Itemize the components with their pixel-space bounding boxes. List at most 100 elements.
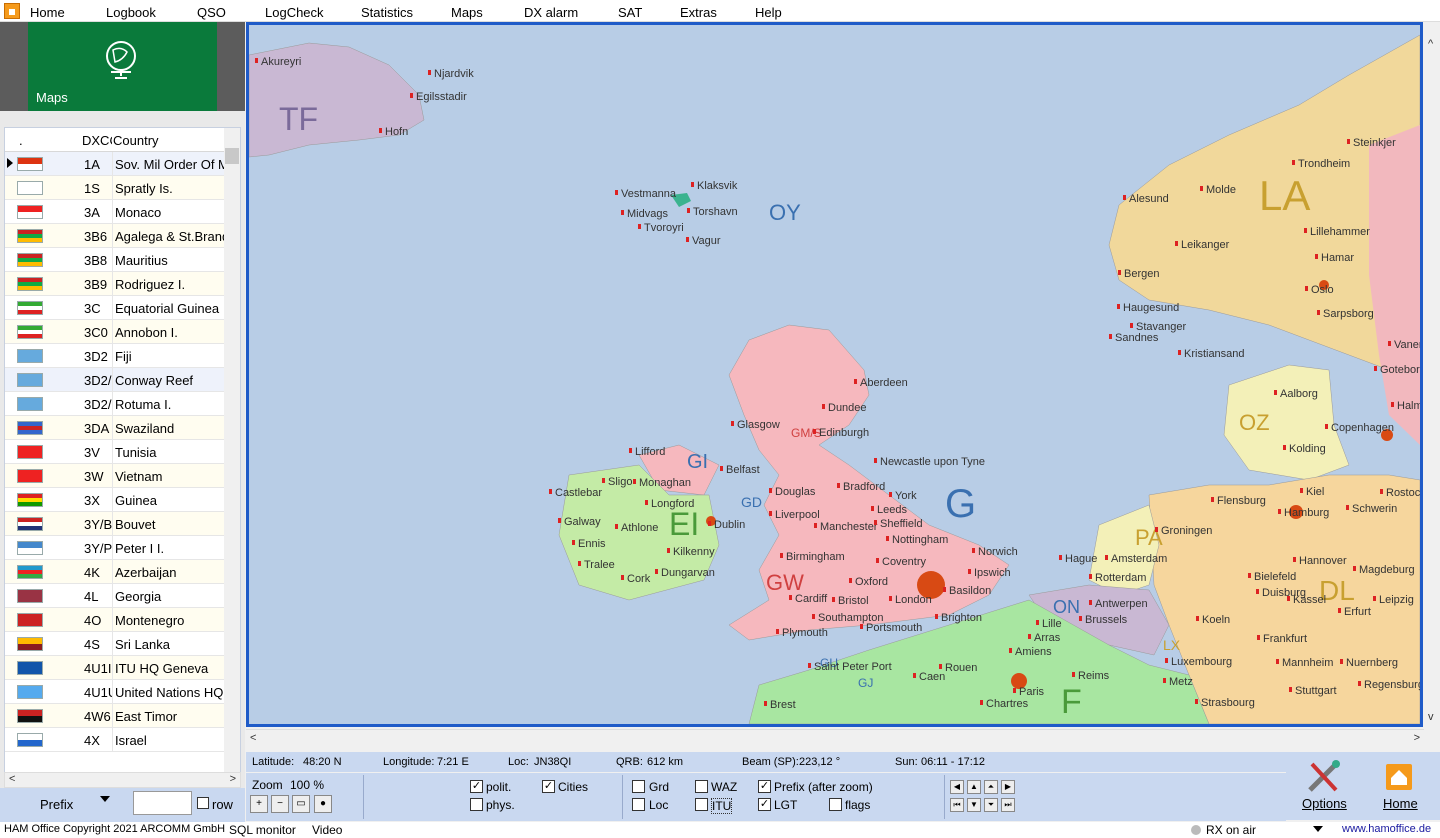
table-row[interactable]: 3W Vietnam — [5, 464, 225, 488]
country-name: Swaziland — [112, 416, 225, 439]
scroll-thumb[interactable] — [225, 148, 239, 164]
table-row[interactable]: 3C Equatorial Guinea — [5, 296, 225, 320]
table-row[interactable]: 3D2 Fiji — [5, 344, 225, 368]
menu-qso[interactable]: QSO — [197, 5, 226, 20]
phys-checkbox[interactable] — [470, 798, 483, 811]
lgt-checkbox[interactable]: ✓ — [758, 798, 771, 811]
home-icon[interactable] — [1386, 764, 1412, 790]
table-row[interactable]: 3D2/RRotuma I. — [5, 392, 225, 416]
table-row[interactable]: 4S Sri Lanka — [5, 632, 225, 656]
table-row[interactable]: 1S Spratly Is. — [5, 176, 225, 200]
table-row[interactable]: 3C0 Annobon I. — [5, 320, 225, 344]
sql-monitor-link[interactable]: SQL monitor — [229, 823, 296, 837]
row-checkbox[interactable] — [197, 797, 209, 809]
options-button[interactable]: Options — [1302, 796, 1347, 811]
grid-scrollbar[interactable] — [224, 128, 240, 772]
table-row[interactable]: 3D2/CConway Reef — [5, 368, 225, 392]
table-row[interactable]: 1A Sov. Mil Order Of Malta — [5, 152, 225, 176]
flag-icon — [17, 181, 43, 195]
waz-checkbox[interactable] — [695, 780, 708, 793]
table-row[interactable]: 3V Tunisia — [5, 440, 225, 464]
pan-up-icon[interactable]: ▲ — [967, 780, 981, 794]
table-row[interactable]: 4U1I ITU HQ Geneva — [5, 656, 225, 680]
col-header-country[interactable]: Country — [113, 133, 159, 148]
menu-home[interactable]: Home — [30, 5, 65, 20]
scroll-down-icon[interactable]: v — [1428, 711, 1434, 723]
prefix-label-la: LA — [1259, 172, 1310, 219]
menu-logcheck[interactable]: LogCheck — [265, 5, 324, 20]
table-row[interactable]: 3A Monaco — [5, 200, 225, 224]
tools-icon[interactable] — [1306, 760, 1342, 794]
menu-extras[interactable]: Extras — [680, 5, 717, 20]
city-marker-icon — [874, 520, 877, 525]
table-row[interactable]: 4L Georgia — [5, 584, 225, 608]
zoom-out-icon[interactable]: − — [271, 795, 289, 813]
table-row[interactable]: 4U1UUnited Nations HQ — [5, 680, 225, 704]
maps-tile[interactable]: Maps — [28, 22, 217, 111]
city-marker-icon — [1089, 574, 1092, 579]
itu-checkbox[interactable] — [695, 798, 708, 811]
menu-logbook[interactable]: Logbook — [106, 5, 156, 20]
menu-statistics[interactable]: Statistics — [361, 5, 413, 20]
scroll-right-icon[interactable]: > — [1414, 732, 1420, 744]
flags-checkbox[interactable] — [829, 798, 842, 811]
scroll-left-icon[interactable]: < — [250, 732, 256, 744]
scroll-left-icon[interactable]: < — [9, 773, 15, 785]
city-marker-icon — [549, 489, 552, 494]
grid-hscrollbar[interactable]: < > — [4, 772, 241, 788]
pan-right-icon[interactable]: ▶ — [1001, 780, 1015, 794]
table-row[interactable]: 3Y/P Peter I I. — [5, 536, 225, 560]
city-marker-icon — [410, 93, 413, 98]
table-row[interactable]: 4W6 East Timor — [5, 704, 225, 728]
map-canvas[interactable]: TF OY LA GM/S GI GD EI G GW PA OZ DL ON … — [249, 25, 1420, 724]
pan-down-icon[interactable]: ▼ — [967, 798, 981, 812]
city-label: Monaghan — [639, 477, 691, 489]
scroll-up-icon[interactable]: ^ — [1428, 38, 1433, 50]
menu-help[interactable]: Help — [755, 5, 782, 20]
table-row[interactable]: 4X Israel — [5, 728, 225, 752]
table-row[interactable]: 4O Montenegro — [5, 608, 225, 632]
grd-checkbox[interactable] — [632, 780, 645, 793]
pan-bottom-icon[interactable]: ⏷ — [984, 798, 998, 812]
cities-checkbox[interactable]: ✓ — [542, 780, 555, 793]
dxcc-prefix: 3B6 — [84, 229, 108, 244]
pan-left-icon[interactable]: ◀ — [950, 780, 964, 794]
website-link[interactable]: www.hamoffice.de — [1342, 823, 1431, 835]
menu-dx-alarm[interactable]: DX alarm — [524, 5, 578, 20]
map-vscrollbar[interactable]: ^ v — [1424, 22, 1440, 727]
pan-top-icon[interactable]: ⏶ — [984, 780, 998, 794]
scroll-right-icon[interactable]: > — [230, 773, 236, 785]
table-row[interactable]: 3DA Swaziland — [5, 416, 225, 440]
zoom-rect-icon[interactable]: ▭ — [292, 795, 310, 813]
table-row[interactable]: 3B9 Rodriguez I. — [5, 272, 225, 296]
menu-sat[interactable]: SAT — [618, 5, 642, 20]
map-view[interactable]: TF OY LA GM/S GI GD EI G GW PA OZ DL ON … — [246, 22, 1423, 727]
col-header-dxcc[interactable]: DXCC — [82, 133, 112, 148]
home-button[interactable]: Home — [1383, 796, 1418, 811]
table-row[interactable]: 3Y/B Bouvet — [5, 512, 225, 536]
city-label: Cork — [627, 573, 651, 585]
pan-first-icon[interactable]: ⏮ — [950, 798, 964, 812]
loc-checkbox[interactable] — [632, 798, 645, 811]
zoom-globe-icon[interactable]: ● — [314, 795, 332, 813]
prefix-dropdown[interactable]: Prefix — [40, 797, 73, 812]
polit-checkbox[interactable]: ✓ — [470, 780, 483, 793]
table-row[interactable]: 3X Guinea — [5, 488, 225, 512]
table-row[interactable]: 3B8 Mauritius — [5, 248, 225, 272]
chevron-down-icon[interactable] — [100, 796, 110, 802]
pan-last-icon[interactable]: ⏭ — [1001, 798, 1015, 812]
city-label: Amsterdam — [1111, 553, 1167, 565]
prefix-search-input[interactable] — [133, 791, 192, 815]
country-grid[interactable]: . DXCC Country 1A Sov. Mil Order Of Malta… — [4, 127, 241, 773]
menu-maps[interactable]: Maps — [451, 5, 483, 20]
table-row[interactable]: 3B6 Agalega & St.Brandon — [5, 224, 225, 248]
col-header-dot[interactable]: . — [19, 133, 23, 148]
video-link[interactable]: Video — [312, 823, 342, 837]
zoom-in-icon[interactable]: + — [250, 795, 268, 813]
country-name: Sri Lanka — [112, 632, 225, 655]
chevron-down-icon[interactable] — [1313, 826, 1323, 832]
map-hscrollbar[interactable]: < > — [246, 729, 1424, 747]
table-row[interactable]: 4K Azerbaijan — [5, 560, 225, 584]
app-home-icon[interactable] — [4, 3, 20, 19]
prefix-zoom-checkbox[interactable]: ✓ — [758, 780, 771, 793]
